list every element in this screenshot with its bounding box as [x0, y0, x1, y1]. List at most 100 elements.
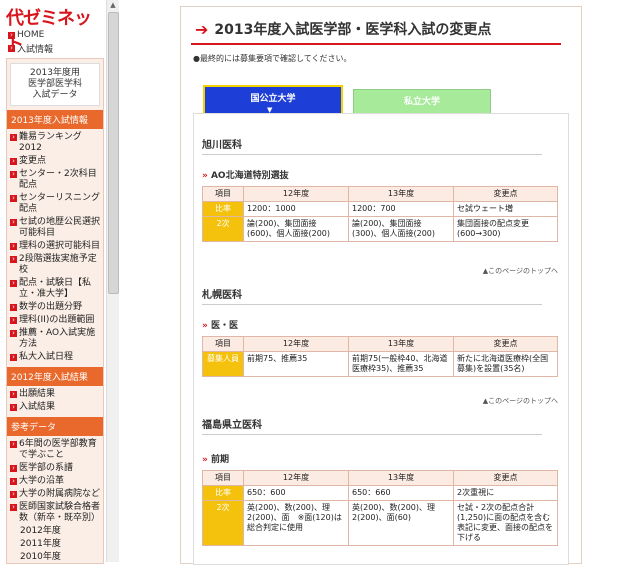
table-cell: 集団面接の配点変更(600→300): [453, 216, 558, 242]
sidebar-item-2012-0[interactable]: › 出願結果: [7, 388, 103, 401]
arrow-icon: ›: [10, 171, 17, 178]
row-label: 募集人員: [202, 351, 244, 377]
sidebar-item-2013-7[interactable]: › 配点・試験日【私立・准大学】: [7, 277, 103, 301]
scrollbar[interactable]: ▲: [106, 0, 119, 562]
university-heading: 旭川医科: [202, 136, 542, 155]
main-content: ➔ 2013年度入試医学部・医学科入試の変更点 ●最終的には募集要項で確認してく…: [180, 6, 582, 565]
arrow-icon: ›: [10, 317, 17, 324]
table-cell: 論(200)、集団面接(300)、個人面接(200): [348, 216, 454, 242]
table-cell: 650：600: [243, 485, 349, 501]
sidebar-item-ref-0[interactable]: › 6年間の医学部教育で学ぶこと: [7, 438, 103, 462]
arrow-icon: ›: [10, 158, 17, 165]
page-title: ➔ 2013年度入試医学部・医学科入試の変更点: [195, 19, 492, 39]
sidebar-box-title: 2013年度用 医学部医学科 入試データ: [10, 63, 100, 106]
sidebar-item-ref-1[interactable]: › 医学部の系譜: [7, 462, 103, 475]
sidebar-item-2013-2[interactable]: › センター・2次科目配点: [7, 168, 103, 192]
column-header: 12年度: [243, 336, 349, 352]
sidebar-item-2012-1[interactable]: › 入試結果: [7, 401, 103, 414]
sidebar-item-2013-10[interactable]: › 推薦・AO入試実施方法: [7, 327, 103, 351]
row-label: 比率: [202, 201, 244, 217]
table-cell: 英(200)、数(200)、理2(200)、面 ※面(120)は総合判定に使用: [243, 500, 349, 546]
column-header: 12年度: [243, 470, 349, 486]
tab-national-public[interactable]: 国公立大学 ▼: [203, 85, 343, 115]
section-header-2013: 2013年度入試情報: [7, 110, 103, 129]
table-header-row: 項目 12年度 13年度 変更点: [202, 336, 558, 352]
tab-private[interactable]: 私立大学: [353, 89, 491, 115]
table-cell: 前期75、推薦35: [243, 351, 349, 377]
table-cell: 論(200)、集団面接(600)、個人面接(200): [243, 216, 349, 242]
scroll-thumb[interactable]: [108, 12, 119, 294]
table-cell: 650：660: [348, 485, 454, 501]
column-header: 変更点: [453, 470, 558, 486]
arrow-icon: ›: [10, 219, 17, 226]
sidebar-item-2013-9[interactable]: › 理科(II)の出題範囲: [7, 314, 103, 327]
table-row: 2次 英(200)、数(200)、理2(200)、面 ※面(120)は総合判定に使…: [202, 500, 558, 546]
sidebar-item-2013-5[interactable]: › 理科の選択可能科目: [7, 240, 103, 253]
column-header: 変更点: [453, 336, 558, 352]
content-panel: 旭川医科» AO北海道特別選抜 項目 12年度 13年度 変更点 比率 1200：1000 1…: [193, 113, 569, 565]
arrow-icon: ›: [10, 478, 17, 485]
column-header: 変更点: [453, 186, 558, 202]
sidebar-subitem-year[interactable]: 2010年度: [7, 551, 103, 564]
sidebar-item-2013-11[interactable]: › 私大入試日程: [7, 351, 103, 364]
table-row: 比率 650：600 650：660 2次重視に: [202, 485, 558, 501]
arrow-icon: ›: [10, 404, 17, 411]
table-cell: 2次重視に: [453, 485, 558, 501]
arrow-icon: ›: [10, 330, 17, 337]
table-cell: 新たに北海道医療枠(全国募集)を設置(35名): [453, 351, 558, 377]
sidebar-item-ref-3[interactable]: › 大学の附属病院など: [7, 488, 103, 501]
row-label: 2次: [202, 216, 244, 242]
arrow-icon: ›: [10, 256, 17, 263]
sidebar-subitem-year[interactable]: 2012年度: [7, 525, 103, 538]
table-cell: 前期75(一般枠40、北海道医療枠35)、推薦35: [348, 351, 454, 377]
section-header-2012: 2012年度入試結果: [7, 367, 103, 386]
back-to-top-link[interactable]: ▲このページのトップへ: [483, 266, 558, 276]
table-cell: 1200：700: [348, 201, 454, 217]
column-header: 13年度: [348, 336, 454, 352]
arrow-icon: ›: [10, 491, 17, 498]
exam-info-link[interactable]: › 入試情報: [8, 42, 53, 55]
back-to-top-link[interactable]: ▲このページのトップへ: [483, 396, 558, 406]
changes-table: 項目 12年度 13年度 変更点 比率 650：600 650：660 2次重視に 2次 英(20…: [202, 470, 558, 546]
notice-text: ●最終的には募集要項で確認してください。: [193, 54, 352, 63]
arrow-right-icon: ➔: [195, 19, 209, 39]
home-link[interactable]: › HOME: [8, 30, 44, 40]
double-chevron-icon: »: [202, 455, 211, 465]
arrow-icon: ›: [10, 134, 17, 141]
column-header: 項目: [202, 336, 244, 352]
sidebar: 代ゼミネット › HOME › 入試情報 2013年度用 医学部医学科 入試デー…: [0, 0, 104, 564]
arrow-icon: ›: [10, 465, 17, 472]
sidebar-item-2013-8[interactable]: › 数学の出題分野: [7, 301, 103, 314]
arrow-icon: ›: [8, 31, 15, 39]
arrow-icon: ›: [10, 243, 17, 250]
arrow-icon: ›: [10, 304, 17, 311]
table-header-row: 項目 12年度 13年度 変更点: [202, 470, 558, 486]
sidebar-item-2013-4[interactable]: › セ試の地歴公民選択可能科目: [7, 216, 103, 240]
double-chevron-icon: »: [202, 171, 211, 181]
program-heading: » 前期: [202, 455, 229, 465]
title-underline: [191, 43, 561, 45]
sidebar-item-ref-4[interactable]: › 医師国家試験合格者数（新卒・既卒別）: [7, 501, 103, 525]
university-heading: 福島県立医科: [202, 416, 542, 435]
sidebar-item-2013-1[interactable]: › 変更点: [7, 155, 103, 168]
column-header: 項目: [202, 470, 244, 486]
sidebar-box: 2013年度用 医学部医学科 入試データ 2013年度入試情報 › 難易ランキング…: [6, 58, 104, 564]
table-cell: セ試ウェート増: [453, 201, 558, 217]
university-heading: 札幌医科: [202, 286, 542, 305]
sidebar-item-2013-3[interactable]: › センターリスニング配点: [7, 192, 103, 216]
changes-table: 項目 12年度 13年度 変更点 比率 1200：1000 1200：700 セ試ウェート増 2…: [202, 186, 558, 242]
column-header: 項目: [202, 186, 244, 202]
sidebar-subitem-year[interactable]: 2011年度: [7, 538, 103, 551]
table-row: 比率 1200：1000 1200：700 セ試ウェート増: [202, 201, 558, 217]
scroll-up-icon[interactable]: ▲: [107, 0, 119, 10]
row-label: 比率: [202, 485, 244, 501]
arrow-icon: ›: [10, 195, 17, 202]
arrow-icon: ›: [8, 45, 15, 52]
sidebar-item-2013-6[interactable]: › 2段階選抜実施予定校: [7, 253, 103, 277]
arrow-icon: ›: [10, 391, 17, 398]
sidebar-item-2013-0[interactable]: › 難易ランキング2012: [7, 131, 103, 155]
table-cell: セ試・2次の配点合計(1,250)に面の配点を含む表記に変更、面接の配点を下げる: [453, 500, 558, 546]
sidebar-item-ref-2[interactable]: › 大学の沿革: [7, 475, 103, 488]
table-cell: 1200：1000: [243, 201, 349, 217]
table-header-row: 項目 12年度 13年度 変更点: [202, 186, 558, 202]
